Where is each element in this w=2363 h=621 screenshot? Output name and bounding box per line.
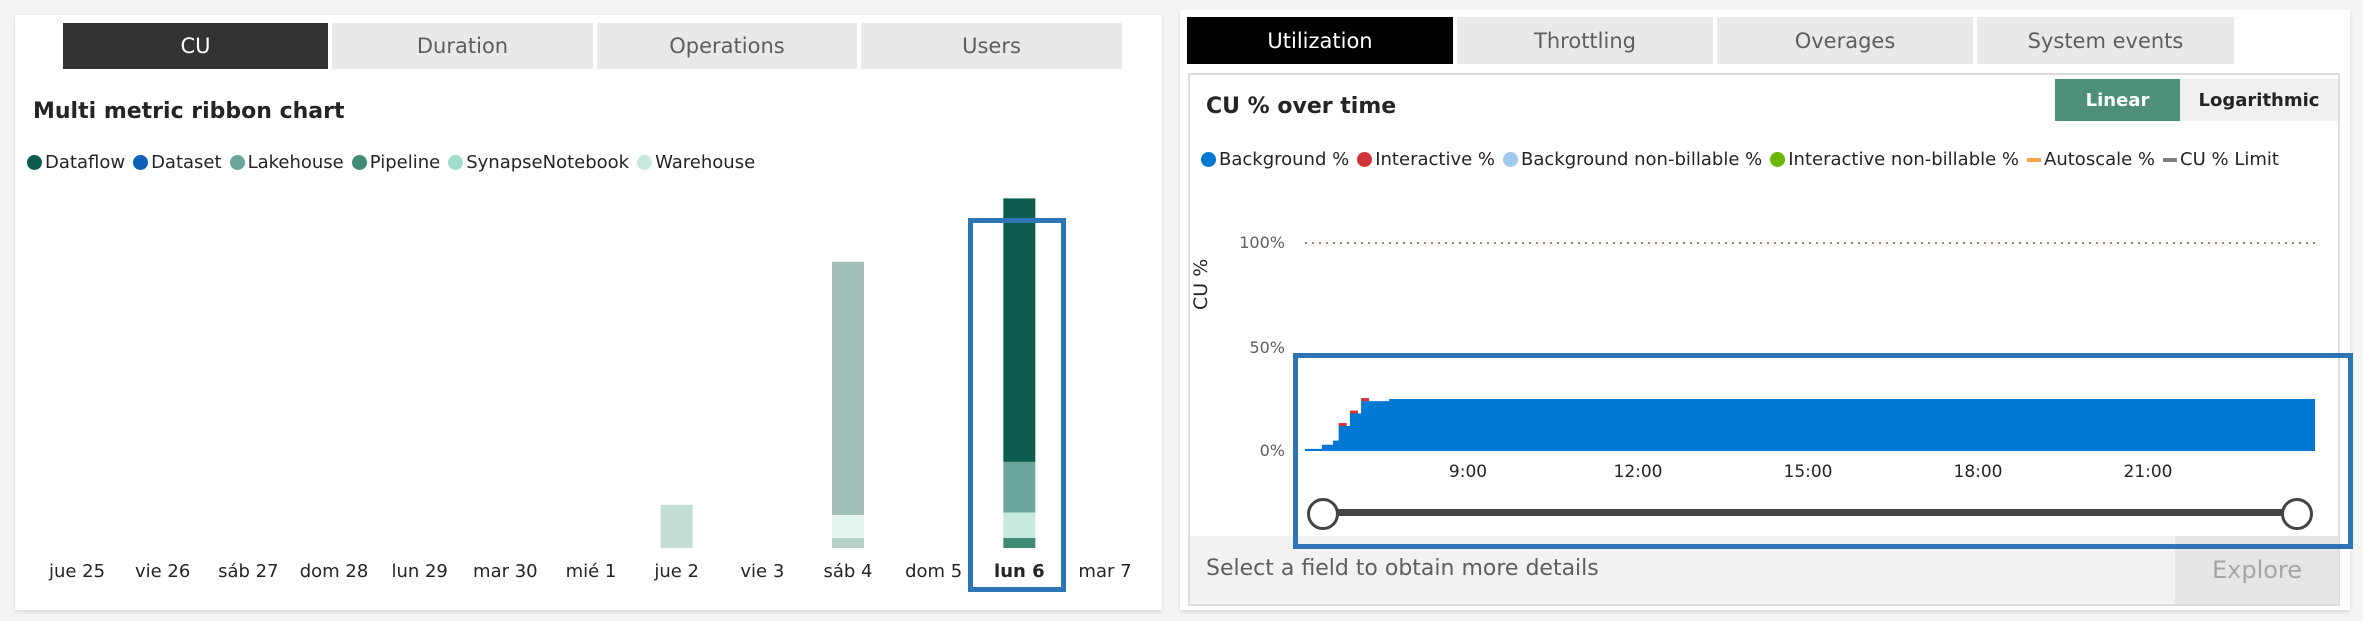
time-range-slider-track[interactable] — [1322, 509, 2296, 516]
background-area — [1305, 399, 2315, 451]
x-tick-21: 21:00 — [2123, 462, 2173, 482]
interactive-segment — [1361, 398, 1370, 402]
time-range-slider-end-handle[interactable] — [2281, 498, 2313, 530]
x-tick-12: 12:00 — [1613, 462, 1663, 482]
interactive-segment — [1338, 423, 1347, 427]
x-tick-18: 18:00 — [1953, 462, 2003, 482]
details-footer-text: Select a field to obtain more details — [1206, 556, 1599, 581]
time-range-slider-start-handle[interactable] — [1307, 498, 1339, 530]
cu-over-time-plot — [1305, 242, 2315, 451]
x-tick-15: 15:00 — [1783, 462, 1833, 482]
interactive-segment — [1349, 410, 1358, 414]
explore-button[interactable]: Explore — [2175, 536, 2339, 604]
x-tick-9: 9:00 — [1448, 462, 1488, 482]
